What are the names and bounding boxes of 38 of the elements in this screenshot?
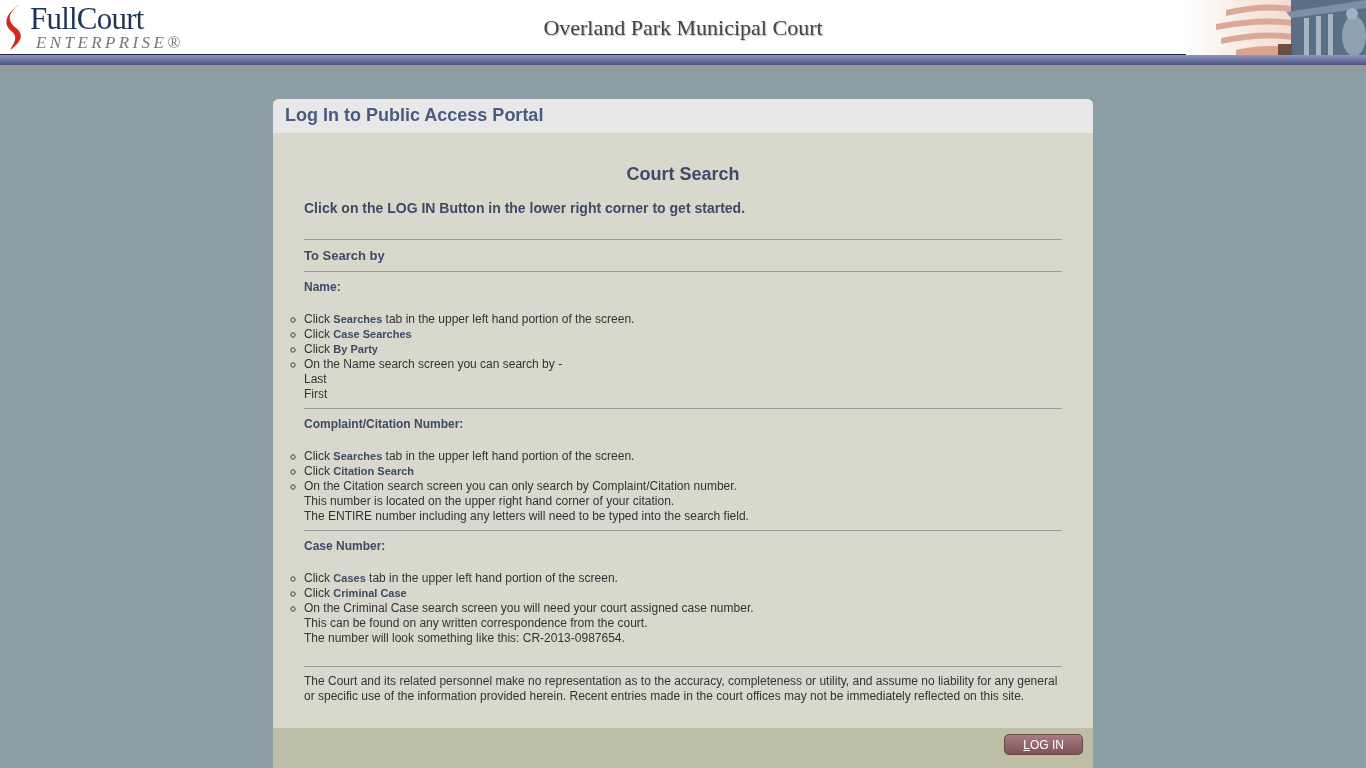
bullet-icon: [290, 469, 296, 475]
instruction-text: First: [304, 387, 329, 402]
section-heading: Court Search: [626, 163, 740, 184]
instruction-text: Click Case Searches: [304, 327, 412, 342]
instruction-text: On the Name search screen you can search by -: [304, 357, 563, 372]
instruction-text: Click Searches tab in the upper left hand portion of the screen.: [304, 449, 635, 464]
bullet-icon: [290, 347, 296, 353]
instruction-text: The ENTIRE number including any letters will need to be typed into the search field.: [304, 509, 749, 524]
search-by-heading: To Search by: [304, 247, 385, 263]
instruction-text: On the Citation search screen you can only search by Complaint/Citation number.: [304, 479, 738, 494]
group-title: Complaint/Citation Number:: [304, 416, 465, 433]
group-title: Name:: [304, 279, 342, 296]
disclaimer-text: The Court and its related personnel make no representation as to the accuracy, completeness or utility, and assume no liability for any general or specific use of the information provided herein. Recent entries made in the court offices may not be immediately reflected on this site.: [304, 674, 1059, 704]
instruction-text: Click Citation Search: [304, 464, 415, 479]
instruction-text: Click By Party: [304, 342, 378, 357]
instruction-text: Last: [304, 372, 328, 387]
login-button[interactable]: LOG IN: [1004, 734, 1083, 755]
instruction-text: This number is located on the upper right hand corner of your citation.: [304, 494, 676, 509]
logo-name: FullCourt: [30, 3, 145, 34]
panel-title: Log In to Public Access Portal: [285, 104, 544, 127]
instruction-text: Click Criminal Case: [304, 586, 407, 601]
instruction-text: Click Cases tab in the upper left hand portion of the screen.: [304, 571, 618, 586]
bullet-icon: [290, 591, 296, 597]
instruction-text: On the Criminal Case search screen you will need your court assigned case number.: [304, 601, 754, 616]
bullet-icon: [290, 362, 296, 368]
instruction-text: This can be found on any written correspondence from the court.: [304, 616, 649, 631]
bullet-icon: [290, 454, 296, 460]
intro-text: Click on the LOG IN Button in the lower right corner to get started.: [304, 198, 747, 218]
bullet-icon: [290, 484, 296, 490]
court-title: Overland Park Municipal Court: [543, 13, 823, 42]
logo-subtitle: ENTERPRISE®: [35, 34, 184, 51]
instruction-text: Click Searches tab in the upper left hand portion of the screen.: [304, 312, 635, 327]
bullet-icon: [290, 576, 296, 582]
bullet-icon: [290, 606, 296, 612]
bullet-icon: [290, 317, 296, 323]
instruction-text: The number will look something like this: CR-2013-0987654.: [304, 631, 626, 646]
bullet-icon: [290, 332, 296, 338]
group-title: Case Number:: [304, 538, 387, 555]
